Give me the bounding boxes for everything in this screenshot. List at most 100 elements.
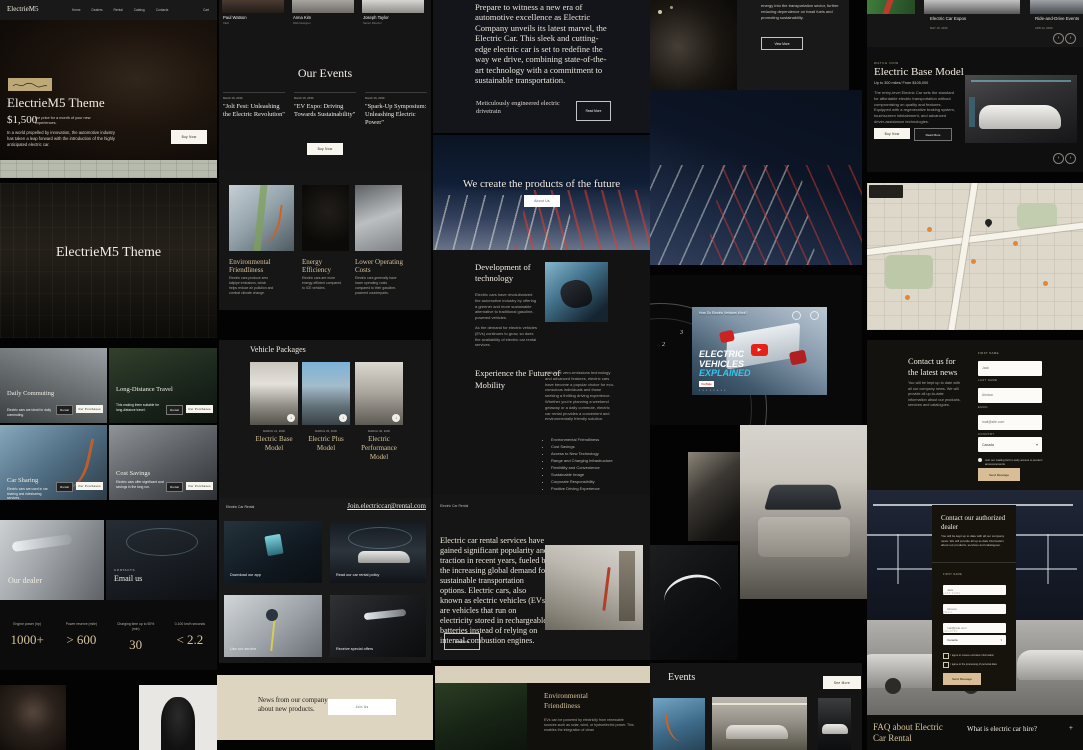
light-streak-red xyxy=(701,165,862,265)
our-purchases-button[interactable]: Our Purchases xyxy=(76,482,103,490)
app-card-service[interactable]: Use our service xyxy=(224,595,322,657)
exclusive-info-checkbox-row[interactable]: I agree to receive exclusive information xyxy=(943,653,1009,659)
last-name-input[interactable] xyxy=(978,388,1042,403)
rental-footer-panel: Electric Car Rental Join.electriccar@ren… xyxy=(219,498,431,663)
about-us-button[interactable]: About Us xyxy=(524,195,560,207)
our-dealer-title: Our dealer xyxy=(8,576,42,585)
usage-card-body: Electric cars offer significant cost sav… xyxy=(116,480,164,489)
email-input[interactable] xyxy=(978,415,1042,430)
video-more-icon[interactable] xyxy=(810,311,819,320)
country-value: Canada xyxy=(982,443,994,447)
our-purchases-button[interactable]: Our Purchases xyxy=(76,405,103,413)
feature-photo-car-rear xyxy=(355,185,402,251)
join-us-button[interactable]: Join Us xyxy=(328,699,396,715)
future-panel: We create the products of the future Abo… xyxy=(433,135,650,250)
cart-button[interactable]: Cart xyxy=(203,8,209,12)
expo-card-title[interactable]: Electric Car Expos xyxy=(930,16,966,21)
expo-card-title[interactable]: Ride-and-Drive Events xyxy=(1035,16,1079,21)
app-card-offers[interactable]: Receive special offers xyxy=(330,595,426,657)
checkbox-icon[interactable] xyxy=(943,662,949,668)
package-title[interactable]: Electric Performance Model xyxy=(355,435,403,461)
base-model-buy-button[interactable]: Buy Now xyxy=(874,128,910,139)
event-date: March 16, 2030 xyxy=(365,96,427,100)
carousel-prev-button[interactable]: ‹ xyxy=(1053,33,1064,44)
personal-data-checkbox-row[interactable]: I agree to the processing of personal da… xyxy=(943,662,1009,668)
our-purchases-button[interactable]: Our Purchases xyxy=(186,405,213,413)
stat-power-reserve: Power reserve (mile) > 600 xyxy=(54,600,108,670)
feature-body: Electric cars are more energy-efficient … xyxy=(302,276,344,291)
see-more-button[interactable]: See More xyxy=(823,676,861,689)
package-arrow-button[interactable]: ↓ xyxy=(392,414,400,422)
email-us-card[interactable]: CONTACTS Email us xyxy=(106,520,217,600)
stat-label: Engine power (hp) xyxy=(10,622,44,627)
view-more-button[interactable]: View More xyxy=(761,37,803,50)
rental-intro-body: Electric car rental services have gained… xyxy=(440,536,550,646)
package-title[interactable]: Electric Base Model xyxy=(250,435,298,453)
rental-button[interactable]: Rental xyxy=(56,405,73,415)
rental-button[interactable]: Rental xyxy=(56,482,73,492)
contact-news-panel: Contact us for the latest news You will … xyxy=(867,340,1083,490)
event-thumb-garage[interactable] xyxy=(712,697,807,750)
country-select[interactable]: Canada ▾ xyxy=(943,635,1006,645)
nav-home[interactable]: Home xyxy=(72,8,81,12)
team-photo xyxy=(222,0,284,13)
divider xyxy=(932,562,1016,563)
youtube-video-embed[interactable]: How Do Electric Vehicles Work? ▶ ELECTRI… xyxy=(692,307,827,395)
package-arrow-button[interactable]: ↓ xyxy=(287,414,295,422)
team-photo xyxy=(292,0,354,13)
checkbox-icon[interactable] xyxy=(978,458,982,462)
nav-contacts[interactable]: Contacts xyxy=(156,8,169,12)
our-dealer-card[interactable]: Our dealer xyxy=(0,520,104,600)
usage-card-cost-savings: Cost Savings Electric cars offer signifi… xyxy=(109,425,217,500)
nav-rental[interactable]: Rental xyxy=(114,8,123,12)
our-purchases-button[interactable]: Our Purchases xyxy=(186,482,213,490)
package-title[interactable]: Electric Plus Model xyxy=(302,435,350,453)
prepare-read-more-button[interactable]: Read More xyxy=(576,101,611,121)
rent-now-button[interactable]: Rent Now xyxy=(444,633,480,650)
youtube-badge[interactable]: YouTube xyxy=(699,381,714,387)
map-marker-dot[interactable] xyxy=(1043,281,1048,286)
black-car-photo xyxy=(650,0,738,90)
news-panel: News from our company about new products… xyxy=(217,675,433,740)
map-panel[interactable] xyxy=(867,183,1083,330)
base-model-read-button[interactable]: Read More xyxy=(914,128,952,141)
country-select[interactable]: Canada ▾ xyxy=(978,437,1042,452)
news-text: News from our company about new products… xyxy=(258,696,330,714)
event-thumb-dark-garage[interactable] xyxy=(818,698,851,750)
package-photo-plus: ↓ xyxy=(302,362,350,425)
app-card-policy[interactable]: Read our car rental policy xyxy=(330,521,426,583)
map-marker-dot[interactable] xyxy=(905,295,910,300)
nav-dealers[interactable]: Dealers xyxy=(92,8,103,12)
faq-expand-button[interactable]: + xyxy=(1069,725,1073,732)
video-share-icon[interactable] xyxy=(792,311,801,320)
carousel-next-button[interactable]: › xyxy=(1065,153,1076,164)
rental-button[interactable]: Rental xyxy=(166,405,183,415)
map-marker-dot[interactable] xyxy=(971,259,976,264)
map-info-box[interactable] xyxy=(869,185,903,198)
app-card-download[interactable]: Download our app xyxy=(224,521,322,583)
events-buy-button[interactable]: Buy Now xyxy=(307,143,343,155)
bullet-item: Access to New Technology xyxy=(551,450,621,457)
rental-button[interactable]: Rental xyxy=(166,482,183,492)
checkbox-icon[interactable] xyxy=(943,653,949,659)
mailing-list-checkbox-row[interactable]: Join our mailing list for early access t… xyxy=(978,458,1046,466)
nav-catalog[interactable]: Catalog xyxy=(134,8,145,12)
site-header: ElectrieM5 Home Dealers Rental Catalog C… xyxy=(0,0,217,20)
bokeh-light xyxy=(658,10,662,14)
rental-email-link[interactable]: Join.electriccar@rental.com xyxy=(347,502,426,510)
play-icon: ▶ xyxy=(758,347,762,353)
carousel-next-button[interactable]: › xyxy=(1065,33,1076,44)
map-marker-dot[interactable] xyxy=(927,227,932,232)
hero-buy-button[interactable]: Buy Now xyxy=(171,130,207,144)
first-name-input[interactable] xyxy=(978,361,1042,376)
send-message-button[interactable]: Send Message xyxy=(978,468,1020,481)
expo-card-date: APR 12, 2030 xyxy=(1035,26,1052,30)
gauge-tick-3: 3 xyxy=(680,330,683,336)
map-marker-dot[interactable] xyxy=(1013,241,1018,246)
faq-question[interactable]: What is electric car hire? xyxy=(967,725,1037,733)
youtube-play-button[interactable]: ▶ xyxy=(751,344,768,356)
event-thumb-charging[interactable] xyxy=(653,698,705,750)
package-arrow-button[interactable]: ↓ xyxy=(339,414,347,422)
send-message-button[interactable]: Send Message xyxy=(943,673,981,685)
carousel-prev-button[interactable]: ‹ xyxy=(1053,153,1064,164)
